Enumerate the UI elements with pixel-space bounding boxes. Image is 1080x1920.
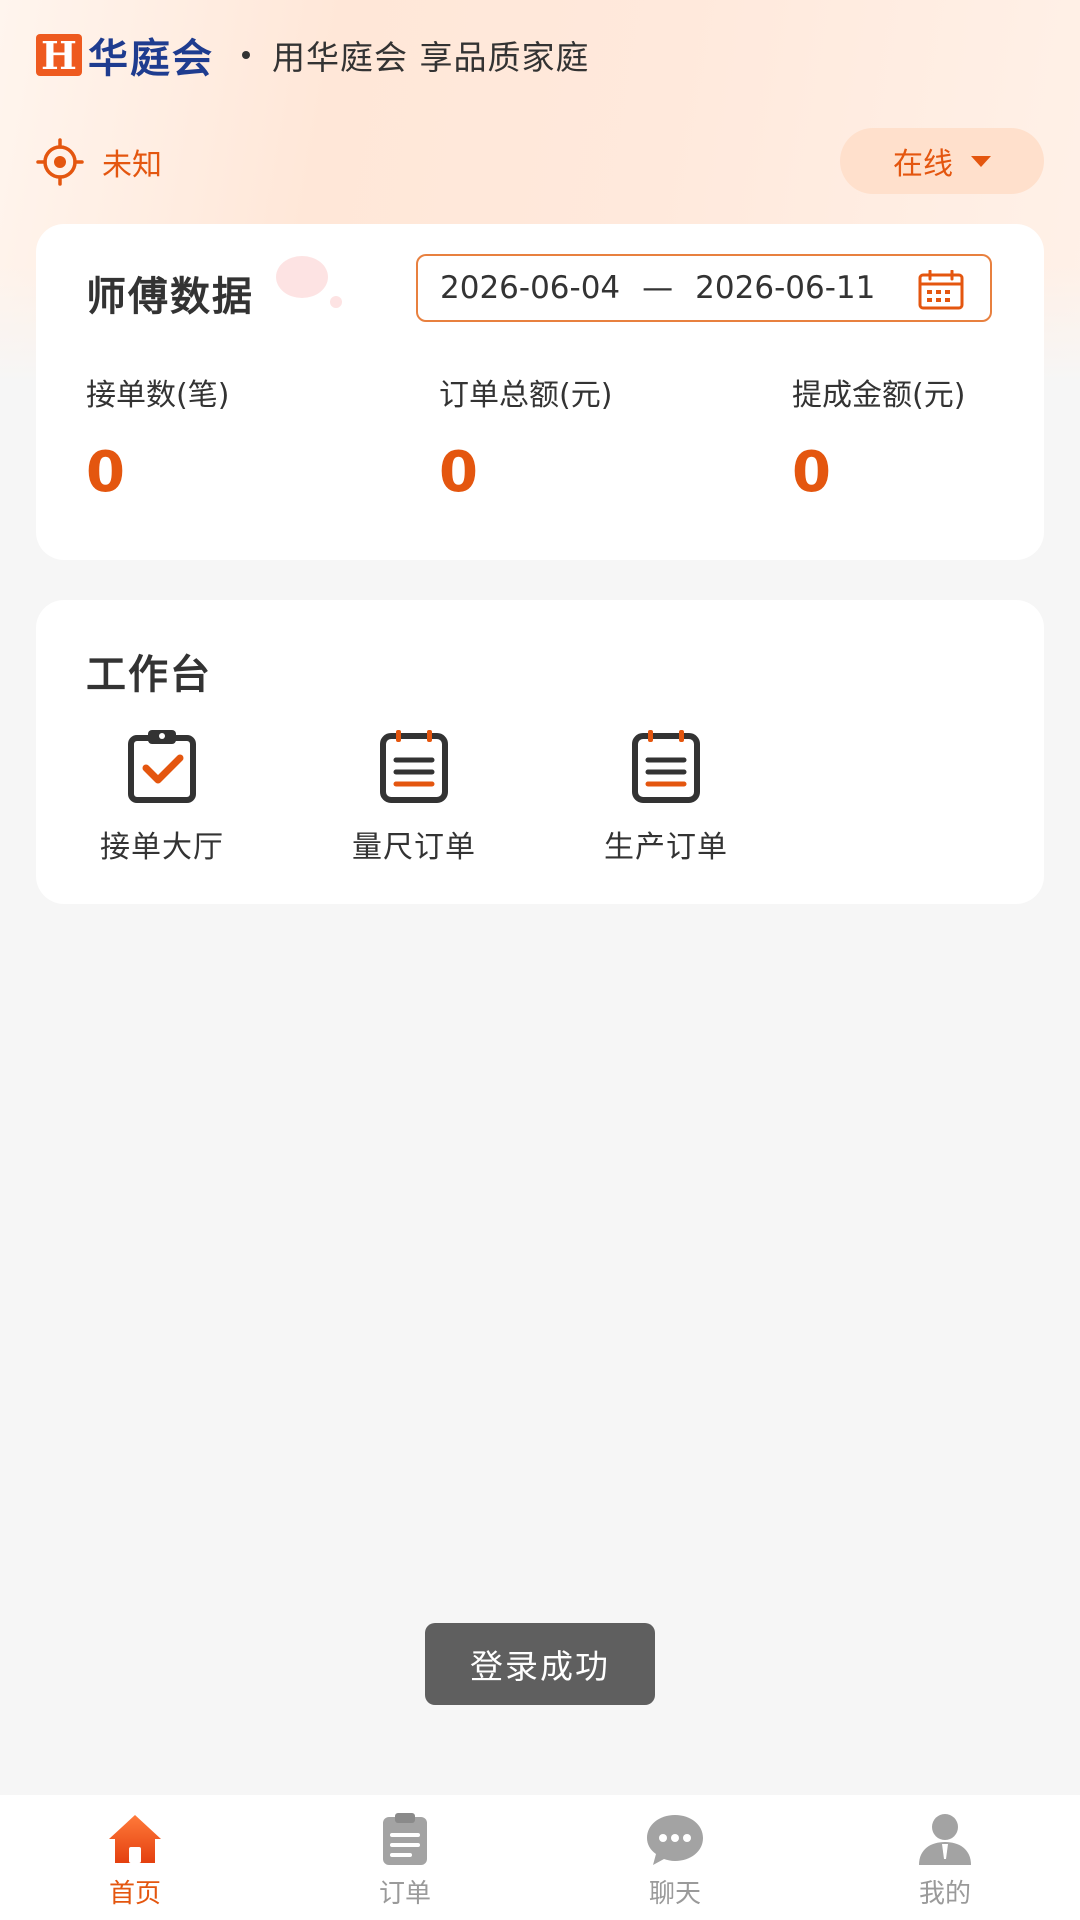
tool-label: 生产订单 (604, 830, 728, 865)
calendar-icon[interactable] (918, 270, 964, 310)
stat-label: 提成金额(元) (792, 378, 966, 413)
toast-text: 登录成功 (470, 1647, 610, 1686)
chat-bubble-icon (647, 1815, 703, 1865)
date-start: 2026-06-04 (440, 270, 621, 306)
tab-profile[interactable]: 我的 (810, 1795, 1080, 1920)
workbench-card: 工作台 接单大厅 量尺订单 生产订单 (36, 600, 1044, 904)
clipboard-list-icon (632, 730, 700, 803)
login-success-toast: 登录成功 (425, 1623, 655, 1705)
tab-label: 我的 (918, 1879, 971, 1909)
brand-slogan: 用华庭会 享品质家庭 (272, 38, 590, 77)
tool-order-hall[interactable]: 接单大厅 (62, 728, 262, 866)
date-range-picker[interactable]: 2026-06-04 — 2026-06-11 (416, 254, 992, 322)
date-separator: — (642, 270, 674, 306)
brand-name: 华庭会 (88, 36, 214, 82)
decorative-bubble-small (330, 296, 342, 308)
master-data-title: 师傅数据 (86, 274, 254, 320)
clipboard-list-icon (380, 730, 448, 803)
location-text: 未知 (102, 148, 162, 183)
tab-chat[interactable]: 聊天 (540, 1795, 810, 1920)
order-list-icon (383, 1813, 427, 1865)
stat-commission: 提成金额(元) 0 (792, 370, 965, 505)
caret-down-icon (971, 155, 991, 167)
tool-label: 接单大厅 (100, 830, 224, 865)
status-label: 在线 (893, 147, 953, 182)
tool-measure-orders[interactable]: 量尺订单 (314, 728, 514, 866)
tab-orders[interactable]: 订单 (270, 1795, 540, 1920)
tab-home[interactable]: 首页 (0, 1795, 270, 1920)
stat-label: 订单总额(元) (439, 378, 613, 413)
bottom-tab-bar: 首页 订单 聊天 我的 (0, 1795, 1080, 1920)
stat-value: 0 (86, 440, 125, 505)
brand-header: H 华庭会 用华庭会 享品质家庭 (36, 30, 590, 82)
stat-order-total: 订单总额(元) 0 (439, 370, 612, 505)
user-icon (919, 1814, 971, 1865)
location-indicator[interactable]: 未知 (36, 138, 162, 186)
master-data-card: 师傅数据 2026-06-04 — 2026-06-11 接单数(笔) 0 订单… (36, 224, 1044, 560)
tool-label: 量尺订单 (352, 830, 476, 865)
tool-production-orders[interactable]: 生产订单 (566, 728, 766, 866)
stat-value: 0 (439, 440, 478, 505)
decorative-bubble (276, 256, 328, 298)
stat-label: 接单数(笔) (86, 378, 230, 413)
workbench-title: 工作台 (86, 652, 212, 698)
tab-label: 聊天 (648, 1879, 701, 1909)
online-status-dropdown[interactable]: 在线 (840, 128, 1044, 194)
tab-label: 订单 (378, 1879, 431, 1909)
tab-label: 首页 (108, 1879, 161, 1909)
clipboard-check-icon (128, 730, 196, 803)
locate-icon (36, 138, 84, 186)
date-end: 2026-06-11 (695, 270, 876, 306)
stat-value: 0 (792, 440, 831, 505)
brand-logo-icon: H (36, 33, 82, 78)
separator-dot (242, 51, 250, 59)
home-icon (109, 1815, 161, 1863)
stat-order-count: 接单数(笔) 0 (86, 370, 229, 505)
